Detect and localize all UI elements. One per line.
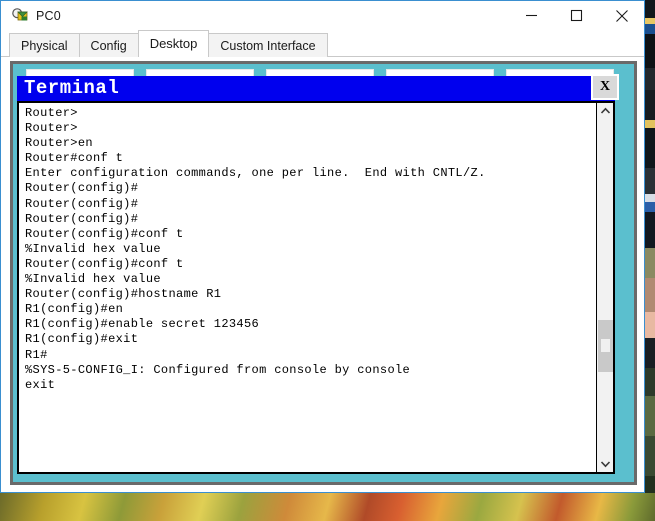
scrollbar-thumb[interactable] xyxy=(598,320,613,372)
window-titlebar: PC0 xyxy=(1,1,644,30)
terminal-body: Router> Router> Router>en Router#conf t … xyxy=(17,101,615,474)
terminal-line: Router(config)# xyxy=(25,181,139,196)
terminal-line: Router(config)#conf t xyxy=(25,226,184,241)
terminal-title: Terminal xyxy=(24,77,120,99)
desktop-wallpaper xyxy=(0,493,655,521)
terminal-line: Router#conf t xyxy=(25,151,124,166)
packet-tracer-desktop: Terminal X Router> Router> Router>en Rou… xyxy=(13,64,634,482)
maximize-button[interactable] xyxy=(554,1,599,30)
terminal-line: %Invalid hex value xyxy=(25,241,161,256)
terminal-line: Router(config)#hostname R1 xyxy=(25,287,222,302)
terminal-line: Router(config)# xyxy=(25,196,139,211)
terminal-window: Terminal X Router> Router> Router>en Rou… xyxy=(17,74,619,474)
terminal-output[interactable]: Router> Router> Router>en Router#conf t … xyxy=(19,103,596,472)
terminal-line: exit xyxy=(25,377,56,392)
window-title: PC0 xyxy=(36,8,61,23)
terminal-line: Router(config)#conf t xyxy=(25,256,184,271)
screen: PC0 Physical Config Desktop Custom Inter… xyxy=(0,0,655,521)
terminal-line: Enter configuration commands, one per li… xyxy=(25,166,486,181)
tab-physical[interactable]: Physical xyxy=(9,33,80,57)
terminal-close-icon[interactable]: X xyxy=(591,74,619,100)
window-controls xyxy=(509,1,644,30)
terminal-line: %Invalid hex value xyxy=(25,272,161,287)
pc0-window: PC0 Physical Config Desktop Custom Inter… xyxy=(0,0,645,493)
terminal-line: R1(config)#enable secret 123456 xyxy=(25,317,260,332)
tab-config[interactable]: Config xyxy=(78,33,139,57)
terminal-line: %SYS-5-CONFIG_I: Configured from console… xyxy=(25,362,411,377)
tab-strip: Physical Config Desktop Custom Interface xyxy=(1,30,644,57)
scroll-down-arrow-icon[interactable] xyxy=(597,456,613,472)
terminal-line: R1(config)#en xyxy=(25,302,124,317)
tab-custom-interface[interactable]: Custom Interface xyxy=(208,33,328,57)
packet-tracer-magnifier-icon xyxy=(11,7,29,25)
terminal-line: R1# xyxy=(25,347,48,362)
terminal-titlebar[interactable]: Terminal X xyxy=(17,74,619,101)
close-button[interactable] xyxy=(599,1,644,30)
terminal-line: Router> xyxy=(25,106,78,120)
terminal-scrollbar[interactable] xyxy=(596,103,613,472)
terminal-line: Router>en xyxy=(25,136,93,151)
terminal-line: Router(config)# xyxy=(25,211,139,226)
minimize-button[interactable] xyxy=(509,1,554,30)
tab-desktop[interactable]: Desktop xyxy=(137,30,210,57)
scroll-up-arrow-icon[interactable] xyxy=(597,103,613,119)
terminal-line: R1(config)#exit xyxy=(25,332,139,347)
desktop-pane-frame: Terminal X Router> Router> Router>en Rou… xyxy=(10,61,637,485)
terminal-line: Router> xyxy=(25,121,78,136)
